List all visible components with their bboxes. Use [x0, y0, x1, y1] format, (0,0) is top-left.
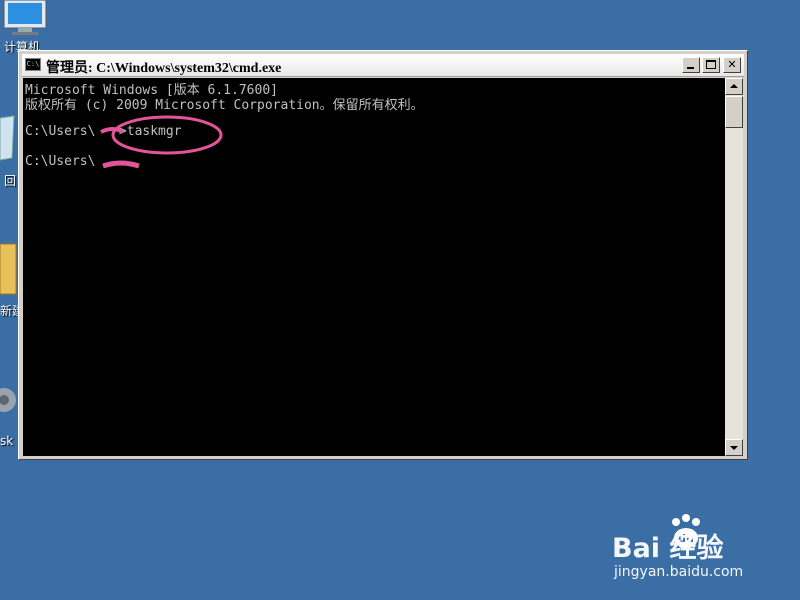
watermark-url: jingyan.baidu.com — [614, 564, 744, 580]
folder-icon[interactable] — [0, 238, 18, 298]
minimize-button[interactable] — [682, 57, 700, 73]
cmd-icon[interactable]: C:\ — [25, 58, 41, 71]
taskmgr-shortcut-icon[interactable] — [0, 370, 18, 430]
scroll-down-button[interactable] — [725, 439, 743, 456]
maximize-icon — [706, 60, 716, 69]
recycle-bin-label: 回 — [4, 174, 17, 188]
console-line: C:\Users\ >taskmgr — [25, 124, 182, 139]
console-line: C:\Users\ — [25, 154, 96, 169]
recycle-bin-icon[interactable] — [0, 108, 18, 168]
window-title: 管理员: C:\Windows\system32\cmd.exe — [46, 61, 282, 76]
baidu-watermark: du Bai 经验 jingyan.baidu.com — [612, 512, 772, 584]
vertical-scrollbar[interactable] — [725, 78, 743, 456]
arrow-up-icon — [730, 84, 738, 88]
scroll-thumb[interactable] — [725, 96, 743, 128]
maximize-button[interactable] — [702, 57, 720, 73]
arrow-down-icon — [730, 446, 738, 450]
cmd-window[interactable]: C:\ 管理员: C:\Windows\system32\cmd.exe ✕ M… — [18, 50, 748, 460]
title-bar[interactable]: C:\ 管理员: C:\Windows\system32\cmd.exe ✕ — [22, 54, 744, 77]
scroll-up-button[interactable] — [725, 78, 743, 95]
annotation-scribble-2 — [102, 160, 140, 169]
console-line: 版权所有 (c) 2009 Microsoft Corporation。保留所有… — [25, 98, 424, 113]
baidu-logo-text: Bai 经验 — [612, 533, 724, 564]
taskmgr-shortcut-label: sk — [0, 434, 14, 448]
console-area[interactable]: Microsoft Windows [版本 6.1.7600] 版权所有 (c)… — [23, 78, 725, 456]
minimize-icon — [687, 67, 694, 69]
close-button[interactable]: ✕ — [723, 57, 741, 73]
computer-desktop-icon[interactable] — [0, 0, 50, 36]
